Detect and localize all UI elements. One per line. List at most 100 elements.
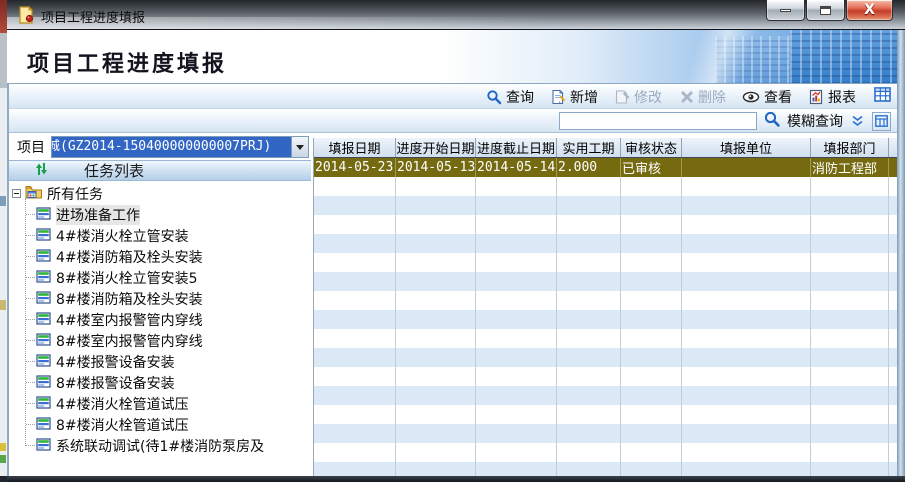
grid-cell-filler (889, 405, 897, 424)
toolbar-button-view[interactable]: 查看 (742, 87, 792, 107)
task-icon (36, 226, 51, 245)
grid-cell (621, 367, 682, 386)
grid-column-header[interactable]: 填报部门 (811, 138, 889, 157)
tree-item[interactable]: 8#楼消火栓立管安装5 (9, 267, 311, 288)
tree-item[interactable]: 4#楼消火栓立管安装 (9, 225, 311, 246)
grid-cell (314, 348, 396, 367)
background-window-fragment (0, 33, 7, 88)
grid-column-header[interactable]: 填报日期 (314, 138, 396, 157)
background-window-fragment (0, 196, 6, 206)
grid-cell (682, 348, 811, 367)
grid-cell (476, 443, 557, 462)
tree-item[interactable]: 8#楼报警设备安装 (9, 372, 311, 393)
grid-cell (621, 196, 682, 215)
grid-cell (811, 405, 889, 424)
tree-item[interactable]: 4#楼报警设备安装 (9, 351, 311, 372)
window-controls: X (765, 0, 893, 21)
grid-cell (314, 424, 396, 443)
more-options-chevron-icon[interactable] (851, 112, 864, 131)
skyline-banner-image (440, 30, 905, 84)
grid-data-row[interactable]: 2014-05-232014-05-132014-05-142.000已审核消防… (314, 158, 897, 177)
close-icon: X (864, 3, 875, 17)
titlebar[interactable]: 项目工程进度填报 X (7, 0, 905, 30)
grid-header-row: 填报日期进度开始日期进度截止日期实用工期审核状态填报单位填报部门 (314, 138, 897, 158)
grid-cell (557, 424, 621, 443)
grid-cell (476, 310, 557, 329)
grid-cell (811, 424, 889, 443)
grid-cell (811, 386, 889, 405)
tree-item[interactable]: 进场准备工作 (9, 204, 311, 225)
tree-item-label: 8#楼室内报警管内穿线 (56, 331, 203, 351)
grid-cell (621, 424, 682, 443)
grid-cell (557, 310, 621, 329)
project-label: 项目 (17, 137, 45, 157)
grid-cell (476, 367, 557, 386)
grid-cell (621, 291, 682, 310)
task-list-title: 任务列表 (84, 160, 144, 181)
grid-view-icon[interactable] (874, 87, 891, 106)
grid-empty-row (314, 215, 897, 234)
grid-empty-row (314, 234, 897, 253)
tree-item[interactable]: 8#楼消防箱及栓头安装 (9, 288, 311, 309)
tree-item[interactable]: 4#楼室内报警管内穿线 (9, 309, 311, 330)
grid-cell (682, 405, 811, 424)
refresh-icon[interactable] (35, 161, 48, 180)
toolbar-button-search[interactable]: 查询 (486, 87, 534, 107)
background-window-fragment (0, 476, 7, 482)
grid-cell (682, 272, 811, 291)
grid-cell-filler (889, 424, 897, 443)
window-bottom-border (7, 476, 905, 482)
task-icon (36, 289, 51, 308)
grid-column-header[interactable]: 实用工期 (557, 138, 621, 157)
column-settings-icon[interactable] (872, 112, 891, 131)
project-combobox-dropdown-button[interactable] (291, 137, 308, 157)
grid-column-header[interactable]: 进度截止日期 (476, 138, 557, 157)
grid-cell (557, 329, 621, 348)
grid-cell (396, 424, 476, 443)
grid-cell: 2014-05-23 (314, 158, 396, 177)
tree-item[interactable]: 8#楼室内报警管内穿线 (9, 330, 311, 351)
grid-cell: 已审核 (621, 158, 682, 177)
task-icon (36, 205, 51, 224)
grid-cell (396, 310, 476, 329)
grid-cell (621, 386, 682, 405)
grid-cell (314, 386, 396, 405)
grid-cell (557, 386, 621, 405)
tree-item[interactable]: 4#楼消火栓管道试压 (9, 393, 311, 414)
tree-item-label: 8#楼消火栓管道试压 (56, 415, 189, 435)
toolbar-button-label: 删除 (698, 87, 726, 107)
grid-cell (682, 158, 811, 177)
search-icon[interactable] (763, 110, 781, 132)
tree-item[interactable]: 4#楼消防箱及栓头安装 (9, 246, 311, 267)
grid-column-header[interactable]: 进度开始日期 (396, 138, 476, 157)
search-input[interactable] (559, 112, 757, 130)
minimize-icon (780, 9, 791, 12)
tree-collapse-icon[interactable] (12, 189, 21, 198)
grid-cell (811, 443, 889, 462)
grid-cell (314, 462, 396, 476)
minimize-button[interactable] (766, 0, 805, 21)
project-combobox[interactable]: 城(GZ2014-150400000000007PRJ) (51, 136, 309, 158)
grid-cell (811, 367, 889, 386)
tree-root-all-tasks[interactable]: 所有任务 (9, 183, 311, 204)
grid-cell-filler (889, 234, 897, 253)
grid-cell (314, 177, 396, 196)
close-button[interactable]: X (846, 0, 893, 21)
fuzzy-query-label[interactable]: 模糊查询 (787, 111, 843, 131)
tree-item-label: 系统联动调试(待1#楼消防泵房及 (56, 436, 264, 456)
grid-cell-filler (889, 158, 897, 177)
grid-column-header[interactable]: 审核状态 (621, 138, 682, 157)
grid-cell (314, 367, 396, 386)
grid-cell (557, 443, 621, 462)
grid-cell (621, 348, 682, 367)
tree-item[interactable]: 8#楼消火栓管道试压 (9, 414, 311, 435)
grid-column-header[interactable]: 填报单位 (682, 138, 811, 157)
grid-cell (811, 329, 889, 348)
maximize-button[interactable] (806, 0, 845, 21)
tree-item[interactable]: 系统联动调试(待1#楼消防泵房及 (9, 435, 311, 456)
toolbar-button-add[interactable]: 新增 (550, 87, 598, 107)
grid-empty-row (314, 462, 897, 476)
tree-item-label: 4#楼报警设备安装 (56, 352, 175, 372)
toolbar-actions: 查询新增修改删除查看报表 (7, 85, 897, 109)
toolbar-button-report[interactable]: 报表 (808, 87, 856, 107)
